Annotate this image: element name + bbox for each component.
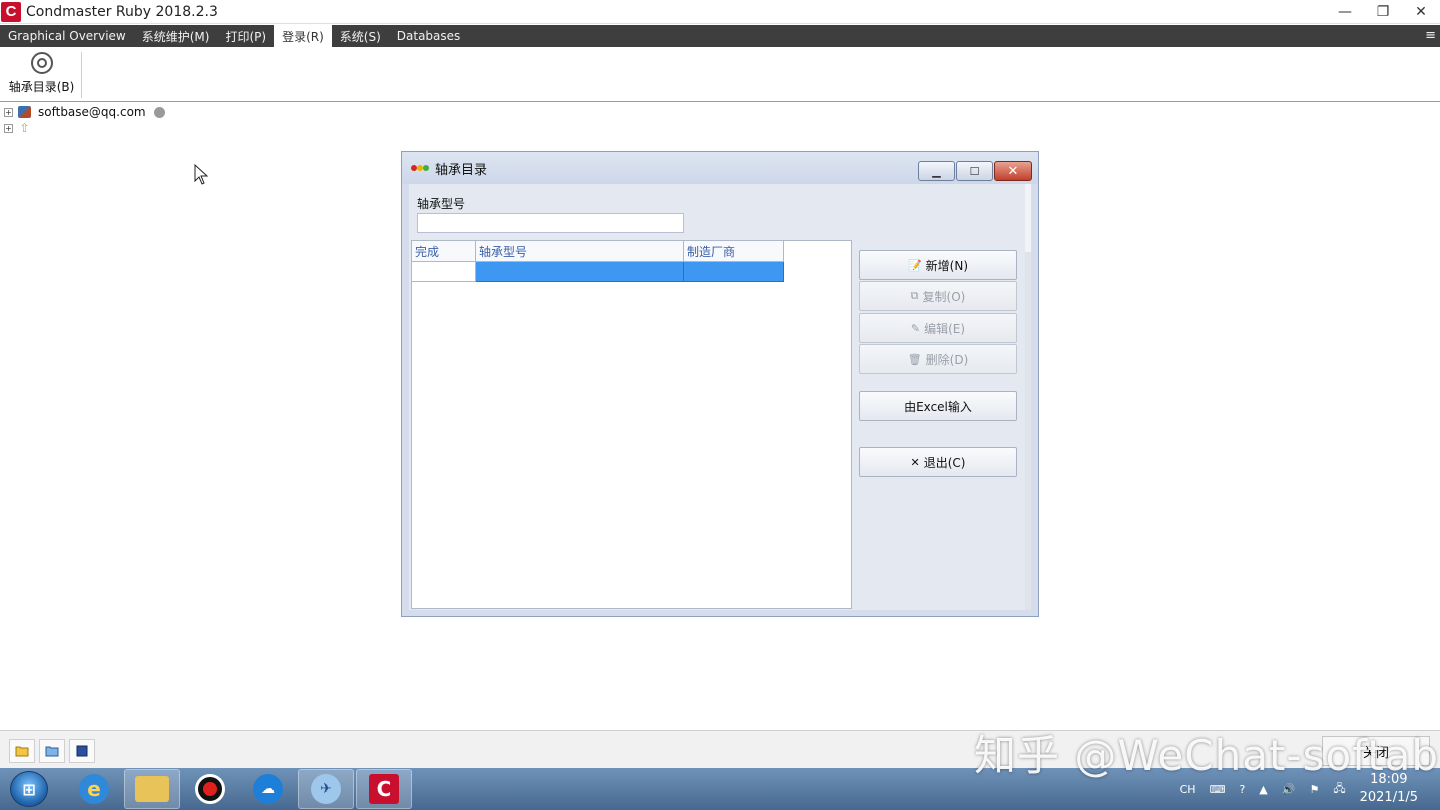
user-db-icon	[18, 106, 31, 118]
watermark-text: 知乎 @WeChat-softab	[974, 731, 1440, 780]
delete-button-label: 删除(D)	[925, 352, 969, 367]
start-button-icon[interactable]: ⊞	[10, 771, 48, 807]
dialog-close-button[interactable]: ✕	[994, 161, 1032, 181]
menu-bar: Graphical Overview 系统维护(M) 打印(P) 登录(R) 系…	[0, 25, 1440, 47]
taskbar-ie-icon[interactable]: e	[66, 769, 122, 809]
copy-icon: ⧉	[910, 289, 919, 302]
exit-button-label: 退出(C)	[923, 455, 966, 470]
copy-button[interactable]: ⧉ 复制(O)	[859, 281, 1017, 311]
language-indicator[interactable]: CH	[1180, 783, 1196, 796]
exit-button[interactable]: ✕ 退出(C)	[859, 447, 1017, 477]
close-button[interactable]: ✕	[1402, 0, 1440, 24]
dialog-title: 轴承目录	[435, 162, 488, 178]
edit-icon: ✎	[910, 321, 921, 335]
edit-button[interactable]: ✎ 编辑(E)	[859, 313, 1017, 343]
import-excel-label: 由Excel输入	[904, 399, 972, 414]
taskbar-tool-icon[interactable]: ✈	[298, 769, 354, 809]
taskbar-condmaster-icon[interactable]: C	[356, 769, 412, 809]
cell-done[interactable]	[412, 262, 476, 282]
dialog-scrollbar[interactable]	[1025, 184, 1031, 610]
table-row[interactable]	[412, 262, 784, 282]
window-title: Condmaster Ruby 2018.2.3	[26, 3, 218, 20]
taskbar-explorer-icon[interactable]	[124, 769, 180, 809]
dialog-body: 轴承型号 完成 轴承型号 制造厂商 📝 新增(N) ⧉ 复制(O) ✎ 编辑(E…	[409, 184, 1031, 610]
expand-icon[interactable]: +	[4, 107, 13, 117]
minimize-button[interactable]: —	[1326, 0, 1364, 24]
new-button[interactable]: 📝 新增(N)	[859, 250, 1017, 280]
ribbon-toolbar: 轴承目录(B)	[0, 47, 1440, 102]
bearing-catalog-dialog: 轴承目录 ▁ ☐ ✕ 轴承型号 完成 轴承型号 制造厂商 📝 新增(N) ⧉ 复…	[401, 151, 1039, 617]
database-icon[interactable]	[69, 739, 95, 763]
tree-item-up[interactable]: + ⇧	[4, 120, 165, 136]
menu-databases[interactable]: Databases	[389, 25, 469, 47]
connection-status-icon	[153, 106, 165, 118]
tree-item-user[interactable]: + softbase@qq.com	[4, 104, 165, 120]
edit-button-label: 编辑(E)	[924, 321, 966, 336]
copy-button-label: 复制(O)	[922, 289, 966, 304]
bearing-grid[interactable]: 完成 轴承型号 制造厂商	[411, 240, 852, 609]
database-tree: + softbase@qq.com + ⇧	[4, 104, 165, 136]
bearing-catalog-button[interactable]: 轴承目录(B)	[2, 52, 82, 98]
bearing-type-label: 轴承型号	[417, 197, 466, 211]
open-folder-icon[interactable]	[9, 739, 35, 763]
hamburger-menu-icon[interactable]: ≡	[1425, 28, 1436, 43]
menu-print[interactable]: 打印(P)	[217, 25, 274, 47]
bearing-catalog-label: 轴承目录(B)	[8, 80, 75, 94]
traffic-light-icon	[411, 165, 429, 171]
clock-date: 2021/1/5	[1359, 790, 1418, 805]
column-header-manufacturer[interactable]: 制造厂商	[684, 241, 784, 262]
menu-login[interactable]: 登录(R)	[274, 25, 332, 47]
menu-graphical-overview[interactable]: Graphical Overview	[0, 25, 134, 47]
menu-system[interactable]: 系统(S)	[332, 25, 389, 47]
main-window-titlebar: C Condmaster Ruby 2018.2.3 — ❐ ✕	[0, 0, 1440, 24]
keyboard-icon[interactable]: ⌨	[1210, 783, 1226, 796]
cell-manufacturer[interactable]	[684, 262, 784, 282]
dialog-titlebar[interactable]: 轴承目录 ▁ ☐ ✕	[402, 152, 1038, 184]
volume-icon[interactable]: 🔊	[1282, 783, 1296, 796]
delete-button[interactable]: 🗑 删除(D)	[859, 344, 1017, 374]
dialog-maximize-button[interactable]: ☐	[956, 161, 993, 181]
bearing-icon	[30, 52, 53, 74]
trash-icon: 🗑	[907, 352, 922, 366]
bearing-type-input[interactable]	[417, 213, 684, 233]
folder-icon[interactable]	[39, 739, 65, 763]
taskbar-cloud-icon[interactable]: ☁	[240, 769, 296, 809]
action-center-icon[interactable]: ⚑	[1309, 783, 1319, 796]
cell-bearing-type[interactable]	[476, 262, 684, 282]
dialog-minimize-button[interactable]: ▁	[918, 161, 955, 181]
column-header-done[interactable]: 完成	[412, 241, 476, 262]
new-document-icon: 📝	[907, 258, 922, 272]
help-icon[interactable]: ?	[1239, 783, 1245, 796]
new-button-label: 新增(N)	[925, 258, 969, 273]
column-header-bearing-type[interactable]: 轴承型号	[476, 241, 684, 262]
tree-user-label[interactable]: softbase@qq.com	[38, 105, 146, 119]
up-arrow-icon: ⇧	[19, 121, 30, 135]
close-x-icon: ✕	[910, 455, 920, 469]
show-hidden-icons[interactable]: ▲	[1259, 783, 1267, 796]
menu-system-maintenance[interactable]: 系统维护(M)	[134, 25, 218, 47]
restore-button[interactable]: ❐	[1364, 0, 1402, 24]
condmaster-logo-icon: C	[1, 1, 21, 22]
expand-icon[interactable]: +	[4, 123, 13, 133]
import-excel-button[interactable]: 由Excel输入	[859, 391, 1017, 421]
grid-header: 完成 轴承型号 制造厂商	[412, 241, 784, 262]
taskbar-recorder-icon[interactable]	[182, 769, 238, 809]
